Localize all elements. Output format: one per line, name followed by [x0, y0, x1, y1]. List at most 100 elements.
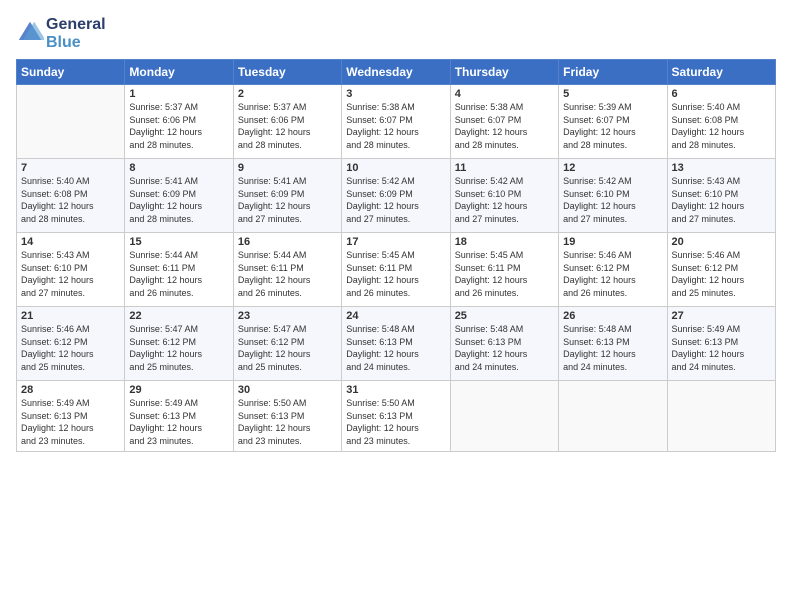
calendar-cell — [667, 381, 775, 451]
day-number: 25 — [455, 310, 554, 322]
calendar-cell — [17, 85, 125, 159]
calendar-cell: 18Sunrise: 5:45 AM Sunset: 6:11 PM Dayli… — [450, 233, 558, 307]
calendar-cell: 11Sunrise: 5:42 AM Sunset: 6:10 PM Dayli… — [450, 159, 558, 233]
calendar-cell: 24Sunrise: 5:48 AM Sunset: 6:13 PM Dayli… — [342, 307, 450, 381]
day-info: Sunrise: 5:50 AM Sunset: 6:13 PM Dayligh… — [238, 397, 337, 447]
day-info: Sunrise: 5:43 AM Sunset: 6:10 PM Dayligh… — [672, 175, 771, 225]
calendar-cell: 5Sunrise: 5:39 AM Sunset: 6:07 PM Daylig… — [559, 85, 667, 159]
day-number: 23 — [238, 310, 337, 322]
day-info: Sunrise: 5:48 AM Sunset: 6:13 PM Dayligh… — [455, 323, 554, 373]
day-number: 29 — [129, 384, 228, 396]
day-info: Sunrise: 5:50 AM Sunset: 6:13 PM Dayligh… — [346, 397, 445, 447]
day-info: Sunrise: 5:44 AM Sunset: 6:11 PM Dayligh… — [129, 249, 228, 299]
day-info: Sunrise: 5:43 AM Sunset: 6:10 PM Dayligh… — [21, 249, 120, 299]
day-info: Sunrise: 5:45 AM Sunset: 6:11 PM Dayligh… — [346, 249, 445, 299]
logo-icon — [16, 19, 44, 47]
day-info: Sunrise: 5:49 AM Sunset: 6:13 PM Dayligh… — [672, 323, 771, 373]
day-info: Sunrise: 5:41 AM Sunset: 6:09 PM Dayligh… — [129, 175, 228, 225]
header-cell-thursday: Thursday — [450, 60, 558, 85]
day-number: 1 — [129, 88, 228, 100]
calendar-cell: 3Sunrise: 5:38 AM Sunset: 6:07 PM Daylig… — [342, 85, 450, 159]
logo-text-line1: General — [46, 16, 106, 34]
day-info: Sunrise: 5:47 AM Sunset: 6:12 PM Dayligh… — [129, 323, 228, 373]
calendar-cell — [559, 381, 667, 451]
header-cell-tuesday: Tuesday — [233, 60, 341, 85]
day-number: 17 — [346, 236, 445, 248]
calendar-row-1: 1Sunrise: 5:37 AM Sunset: 6:06 PM Daylig… — [17, 85, 776, 159]
day-number: 12 — [563, 162, 662, 174]
calendar-cell: 13Sunrise: 5:43 AM Sunset: 6:10 PM Dayli… — [667, 159, 775, 233]
calendar-header-row: SundayMondayTuesdayWednesdayThursdayFrid… — [17, 60, 776, 85]
calendar-row-5: 28Sunrise: 5:49 AM Sunset: 6:13 PM Dayli… — [17, 381, 776, 451]
calendar-row-2: 7Sunrise: 5:40 AM Sunset: 6:08 PM Daylig… — [17, 159, 776, 233]
calendar-cell: 2Sunrise: 5:37 AM Sunset: 6:06 PM Daylig… — [233, 85, 341, 159]
day-info: Sunrise: 5:44 AM Sunset: 6:11 PM Dayligh… — [238, 249, 337, 299]
day-info: Sunrise: 5:39 AM Sunset: 6:07 PM Dayligh… — [563, 101, 662, 151]
day-number: 10 — [346, 162, 445, 174]
day-number: 15 — [129, 236, 228, 248]
calendar-cell: 14Sunrise: 5:43 AM Sunset: 6:10 PM Dayli… — [17, 233, 125, 307]
calendar-cell: 6Sunrise: 5:40 AM Sunset: 6:08 PM Daylig… — [667, 85, 775, 159]
calendar-cell: 26Sunrise: 5:48 AM Sunset: 6:13 PM Dayli… — [559, 307, 667, 381]
day-number: 31 — [346, 384, 445, 396]
header-cell-friday: Friday — [559, 60, 667, 85]
calendar-cell: 28Sunrise: 5:49 AM Sunset: 6:13 PM Dayli… — [17, 381, 125, 451]
day-info: Sunrise: 5:46 AM Sunset: 6:12 PM Dayligh… — [21, 323, 120, 373]
day-number: 14 — [21, 236, 120, 248]
calendar-cell: 19Sunrise: 5:46 AM Sunset: 6:12 PM Dayli… — [559, 233, 667, 307]
day-info: Sunrise: 5:47 AM Sunset: 6:12 PM Dayligh… — [238, 323, 337, 373]
calendar-cell: 29Sunrise: 5:49 AM Sunset: 6:13 PM Dayli… — [125, 381, 233, 451]
day-info: Sunrise: 5:38 AM Sunset: 6:07 PM Dayligh… — [346, 101, 445, 151]
calendar-cell: 25Sunrise: 5:48 AM Sunset: 6:13 PM Dayli… — [450, 307, 558, 381]
day-number: 18 — [455, 236, 554, 248]
day-info: Sunrise: 5:42 AM Sunset: 6:10 PM Dayligh… — [563, 175, 662, 225]
calendar-cell: 23Sunrise: 5:47 AM Sunset: 6:12 PM Dayli… — [233, 307, 341, 381]
calendar-cell: 8Sunrise: 5:41 AM Sunset: 6:09 PM Daylig… — [125, 159, 233, 233]
day-info: Sunrise: 5:49 AM Sunset: 6:13 PM Dayligh… — [21, 397, 120, 447]
day-number: 4 — [455, 88, 554, 100]
day-info: Sunrise: 5:42 AM Sunset: 6:09 PM Dayligh… — [346, 175, 445, 225]
day-number: 9 — [238, 162, 337, 174]
day-number: 3 — [346, 88, 445, 100]
logo: General Blue — [16, 16, 106, 51]
calendar-row-3: 14Sunrise: 5:43 AM Sunset: 6:10 PM Dayli… — [17, 233, 776, 307]
day-number: 8 — [129, 162, 228, 174]
calendar-cell: 16Sunrise: 5:44 AM Sunset: 6:11 PM Dayli… — [233, 233, 341, 307]
calendar-cell: 15Sunrise: 5:44 AM Sunset: 6:11 PM Dayli… — [125, 233, 233, 307]
logo-text-line2: Blue — [46, 34, 106, 52]
day-number: 6 — [672, 88, 771, 100]
day-info: Sunrise: 5:48 AM Sunset: 6:13 PM Dayligh… — [563, 323, 662, 373]
day-number: 19 — [563, 236, 662, 248]
day-info: Sunrise: 5:45 AM Sunset: 6:11 PM Dayligh… — [455, 249, 554, 299]
day-number: 22 — [129, 310, 228, 322]
day-info: Sunrise: 5:42 AM Sunset: 6:10 PM Dayligh… — [455, 175, 554, 225]
day-info: Sunrise: 5:46 AM Sunset: 6:12 PM Dayligh… — [563, 249, 662, 299]
page: General Blue SundayMondayTuesdayWednesda… — [0, 0, 792, 612]
day-info: Sunrise: 5:40 AM Sunset: 6:08 PM Dayligh… — [21, 175, 120, 225]
day-info: Sunrise: 5:40 AM Sunset: 6:08 PM Dayligh… — [672, 101, 771, 151]
header-cell-saturday: Saturday — [667, 60, 775, 85]
day-number: 7 — [21, 162, 120, 174]
day-info: Sunrise: 5:48 AM Sunset: 6:13 PM Dayligh… — [346, 323, 445, 373]
calendar-cell: 17Sunrise: 5:45 AM Sunset: 6:11 PM Dayli… — [342, 233, 450, 307]
day-number: 20 — [672, 236, 771, 248]
day-number: 16 — [238, 236, 337, 248]
day-number: 13 — [672, 162, 771, 174]
day-info: Sunrise: 5:46 AM Sunset: 6:12 PM Dayligh… — [672, 249, 771, 299]
calendar-cell: 27Sunrise: 5:49 AM Sunset: 6:13 PM Dayli… — [667, 307, 775, 381]
calendar-cell: 4Sunrise: 5:38 AM Sunset: 6:07 PM Daylig… — [450, 85, 558, 159]
calendar-row-4: 21Sunrise: 5:46 AM Sunset: 6:12 PM Dayli… — [17, 307, 776, 381]
day-number: 2 — [238, 88, 337, 100]
day-info: Sunrise: 5:38 AM Sunset: 6:07 PM Dayligh… — [455, 101, 554, 151]
calendar-cell: 21Sunrise: 5:46 AM Sunset: 6:12 PM Dayli… — [17, 307, 125, 381]
calendar-cell: 10Sunrise: 5:42 AM Sunset: 6:09 PM Dayli… — [342, 159, 450, 233]
day-number: 27 — [672, 310, 771, 322]
day-number: 26 — [563, 310, 662, 322]
day-info: Sunrise: 5:37 AM Sunset: 6:06 PM Dayligh… — [238, 101, 337, 151]
calendar-cell: 31Sunrise: 5:50 AM Sunset: 6:13 PM Dayli… — [342, 381, 450, 451]
calendar-cell: 12Sunrise: 5:42 AM Sunset: 6:10 PM Dayli… — [559, 159, 667, 233]
calendar-cell: 7Sunrise: 5:40 AM Sunset: 6:08 PM Daylig… — [17, 159, 125, 233]
day-number: 11 — [455, 162, 554, 174]
day-info: Sunrise: 5:37 AM Sunset: 6:06 PM Dayligh… — [129, 101, 228, 151]
calendar-cell: 1Sunrise: 5:37 AM Sunset: 6:06 PM Daylig… — [125, 85, 233, 159]
